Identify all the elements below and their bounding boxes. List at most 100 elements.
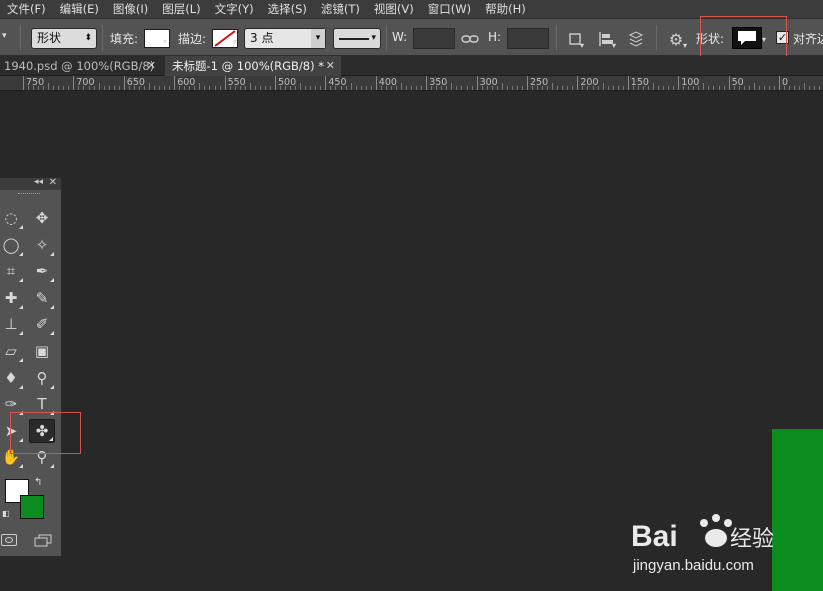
blur-tool[interactable]: ♦ [0,366,24,390]
eyedropper-tool[interactable]: ✒ [29,259,55,283]
crop-tool[interactable]: ⌗ [0,259,24,283]
chevron-down-icon[interactable]: ▾ [580,41,584,50]
ruler-minor-tick [78,86,80,90]
screen-mode-icon[interactable] [34,534,52,547]
menu-edit[interactable]: 编辑(E) [53,0,106,18]
background-color-swatch[interactable] [20,495,44,519]
move-icon: ✥ [35,209,49,227]
path-arrangement-icon[interactable] [625,28,647,50]
ruler-minor-tick [501,83,503,90]
stroke-type-dropdown[interactable]: ▾ [333,28,381,49]
ruler-minor-tick [617,86,619,90]
lasso-icon: ◯ [2,235,20,254]
menu-filter[interactable]: 滤镜(T) [314,0,367,18]
height-field[interactable] [507,28,549,49]
ruler-minor-tick [461,86,463,90]
move-tool[interactable]: ✥ [29,206,55,230]
ruler-minor-tick [113,86,115,90]
ruler-minor-tick [582,86,584,90]
ruler-minor-tick [753,83,755,90]
panel-grip[interactable] [0,190,61,198]
tool-group-indicator [19,358,23,362]
default-colors-icon[interactable]: ◧ [2,509,10,518]
horizontal-ruler[interactable]: 750 700 650 600 550 500 450 400 350 300 250 200 150 1… [0,76,823,91]
mode-dropdown[interactable]: 形状 ⬍ [31,28,97,49]
history-brush-tool[interactable]: ✐ [29,312,55,336]
ruler-minor-tick [738,86,740,90]
ruler-minor-tick [395,86,397,90]
dodge-tool[interactable]: ⚲ [29,366,55,390]
ruler-minor-tick [748,86,750,90]
ruler-minor-tick [632,86,634,90]
menu-type[interactable]: 文字(Y) [208,0,261,18]
chevron-down-icon[interactable]: ▾ [233,37,237,46]
healing-brush-icon: ✚ [4,288,18,307]
ruler-minor-tick [239,86,241,90]
ruler-minor-tick [164,86,166,90]
quick-mask-icon[interactable] [1,534,17,546]
ruler-minor-tick [128,86,130,90]
ruler-minor-tick [214,86,216,90]
ruler-major-tick [275,76,276,90]
lasso-tool[interactable]: ◯ [0,233,24,257]
chevron-down-icon[interactable]: ▾ [163,37,167,46]
ruler-minor-tick [154,86,156,90]
ruler-minor-tick [557,86,559,90]
separator [386,25,387,51]
tool-group-indicator [19,251,23,256]
eraser-tool[interactable]: ▱ [0,339,24,363]
ruler-minor-tick [794,86,796,90]
menu-image[interactable]: 图像(I) [106,0,155,18]
ruler-minor-tick [743,86,745,90]
tool-group-indicator [19,464,23,469]
collapse-icon[interactable]: ◂◂ [34,177,43,187]
stroke-width-field[interactable]: 3 点 ▾ [244,28,326,49]
ruler-minor-tick [360,86,362,90]
magic-wand-icon: ✧ [35,235,49,254]
clone-stamp-tool[interactable]: ⊥ [0,312,24,336]
link-icon[interactable] [459,28,481,50]
menu-view[interactable]: 视图(V) [367,0,421,18]
stroke-width-value: 3 点 [250,31,274,45]
gradient-tool[interactable]: ▣ [29,339,55,363]
ruler-minor-tick [184,86,186,90]
chevron-down-icon[interactable]: ▾ [612,41,616,50]
healing-brush-tool[interactable]: ✚ [0,286,24,310]
ruler-minor-tick [481,86,483,90]
magic-wand-tool[interactable]: ✧ [29,233,55,257]
width-field[interactable] [413,28,455,49]
ruler-minor-tick [713,86,715,90]
ruler-minor-tick [773,86,775,90]
close-icon[interactable]: ✕ [326,56,335,76]
ruler-minor-tick [723,86,725,90]
ruler-major-tick [577,76,579,90]
tool-group-indicator [19,304,23,309]
menu-window[interactable]: 窗口(W) [421,0,478,18]
menu-file[interactable]: 文件(F) [0,0,53,18]
ruler-minor-tick [259,86,261,90]
close-icon[interactable]: ✕ [147,56,156,76]
tab-document-1[interactable]: 1940.psd @ 100%(RGB/8) ✕ [0,56,162,76]
ruler-minor-tick [108,86,110,90]
ruler-minor-tick [264,86,266,90]
tool-group-indicator [50,384,54,389]
tool-preset-dropdown-icon[interactable]: ▾ [2,31,7,41]
ruler-minor-tick [491,86,493,90]
ruler-minor-tick [683,86,685,90]
close-icon[interactable]: ✕ [49,177,57,188]
tool-group-indicator [50,278,54,283]
ruler-minor-tick [385,86,387,90]
swap-colors-icon[interactable]: ↰ [34,477,42,488]
stroke-label: 描边: [178,32,207,46]
menu-layer[interactable]: 图层(L) [155,0,207,18]
ruler-minor-tick [68,86,70,90]
align-edges-label: 对齐边缘 [793,32,823,46]
ruler-major-tick [375,76,377,90]
menu-select[interactable]: 选择(S) [261,0,314,18]
chevron-down-icon[interactable]: ▾ [683,41,687,50]
tab-document-2[interactable]: 未标题-1 @ 100%(RGB/8) * ✕ [165,56,341,76]
elliptical-marquee-tool[interactable]: ◌ [0,206,24,230]
brush-tool[interactable]: ✎ [29,286,55,310]
ruler-minor-tick [330,86,332,90]
menu-help[interactable]: 帮助(H) [478,0,533,18]
